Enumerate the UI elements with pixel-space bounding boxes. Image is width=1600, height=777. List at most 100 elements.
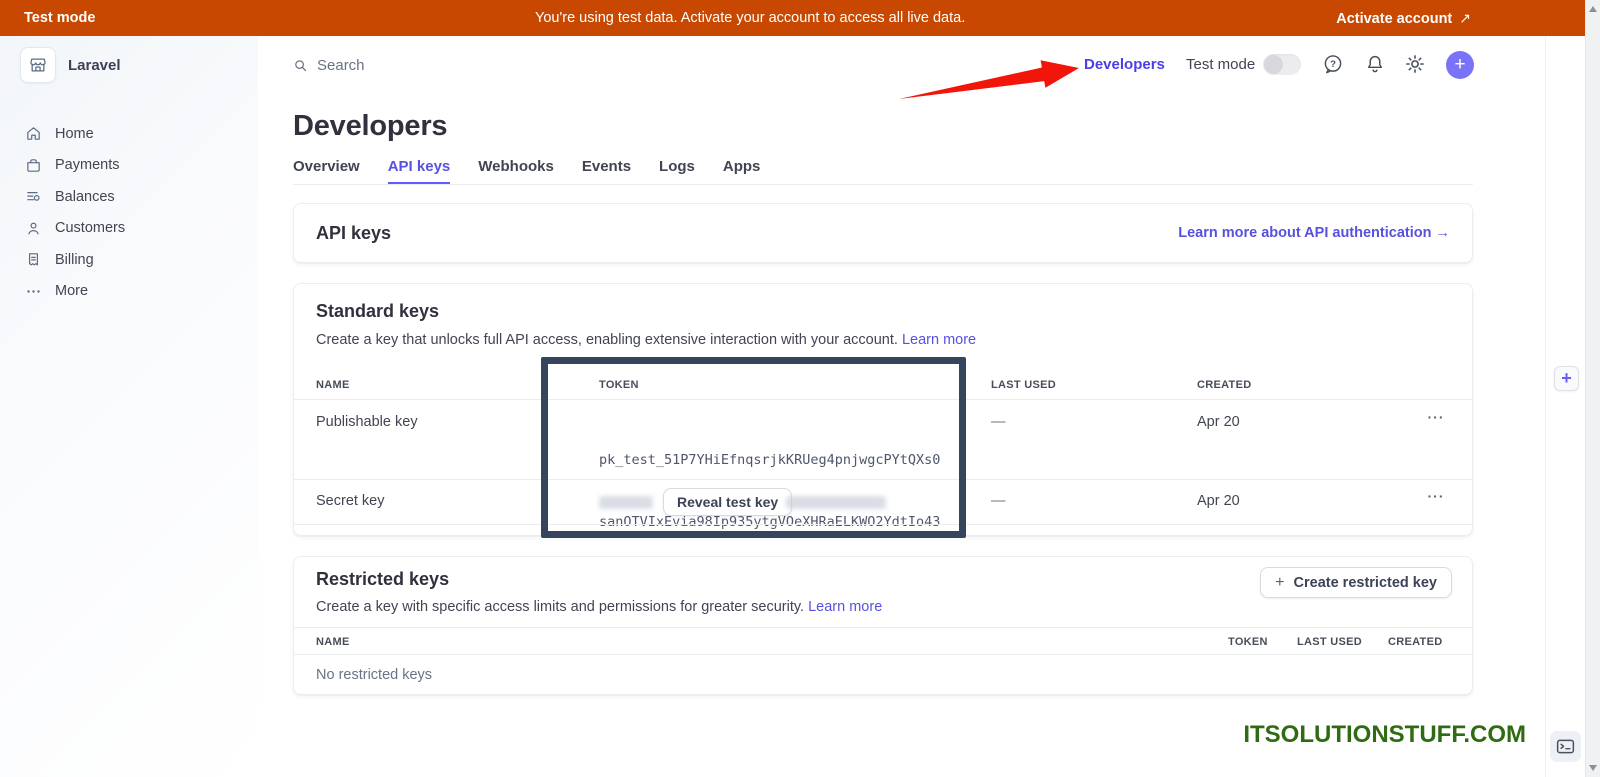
payments-icon: [25, 157, 42, 174]
annotation-add-button[interactable]: +: [1554, 366, 1579, 391]
key-name: Publishable key: [316, 414, 418, 430]
standard-keys-card: Standard keys Create a key that unlocks …: [293, 283, 1473, 536]
sidebar: Laravel Home Payments Balances Customers…: [0, 36, 258, 777]
terminal-icon: [1555, 736, 1576, 757]
key-name: Secret key: [316, 493, 385, 509]
scrollbar-up-arrow[interactable]: [1589, 6, 1597, 12]
vertical-scrollbar[interactable]: [1585, 0, 1600, 777]
watermark: ITSOLUTIONSTUFF.COM: [1243, 721, 1526, 749]
settings-gear-button[interactable]: [1404, 53, 1426, 75]
plus-icon: +: [1454, 54, 1465, 75]
tab-logs[interactable]: Logs: [659, 158, 695, 185]
standard-keys-title: Standard keys: [316, 301, 439, 322]
learn-more-api-authentication-link[interactable]: Learn more about API authentication →: [1178, 225, 1450, 241]
annotation-arrow: [893, 57, 1088, 105]
test-mode-toggle[interactable]: [1263, 54, 1301, 75]
api-keys-card-title: API keys: [316, 223, 391, 244]
tabs-divider: [293, 184, 1473, 185]
sidebar-nav: Home Payments Balances Customers Billing…: [0, 118, 258, 307]
plus-icon: +: [1275, 574, 1284, 591]
restricted-keys-description: Create a key with specific access limits…: [316, 599, 882, 615]
storefront-icon: [20, 47, 56, 83]
search-placeholder: Search: [317, 57, 365, 74]
terminal-button[interactable]: [1550, 731, 1581, 762]
ellipsis-icon: ···: [1428, 409, 1445, 425]
banner-test-mode-label: Test mode: [24, 0, 95, 36]
page-title: Developers: [293, 110, 447, 143]
ellipsis-icon: ···: [1428, 488, 1445, 504]
created-value: Apr 20: [1197, 414, 1240, 430]
col-name: NAME: [316, 628, 350, 656]
billing-icon: [25, 251, 42, 268]
search-input[interactable]: Search: [293, 52, 513, 78]
sidebar-item-label: Balances: [55, 189, 115, 205]
tab-events[interactable]: Events: [582, 158, 631, 185]
sidebar-item-label: Billing: [55, 252, 94, 268]
tab-apps[interactable]: Apps: [723, 158, 761, 185]
help-button[interactable]: ?: [1322, 53, 1344, 75]
col-created: CREATED: [1197, 370, 1251, 400]
scrollbar-down-arrow[interactable]: [1589, 765, 1597, 771]
sidebar-item-balances[interactable]: Balances: [0, 181, 258, 213]
question-glyph: ?: [1330, 59, 1336, 70]
restricted-keys-title: Restricted keys: [316, 569, 449, 590]
tab-api-keys[interactable]: API keys: [388, 158, 451, 185]
developers-header-link[interactable]: Developers: [1084, 56, 1165, 73]
standard-keys-table-header: NAME TOKEN LAST USED CREATED: [294, 370, 1472, 400]
col-name: NAME: [316, 370, 350, 400]
annotation-rail: +: [1545, 36, 1585, 777]
developers-tabs: Overview API keys Webhooks Events Logs A…: [293, 158, 760, 185]
hidden-token-blur-left: [599, 496, 653, 509]
last-used-value: —: [991, 414, 1006, 430]
restricted-keys-table-header: NAME TOKEN LAST USED CREATED: [294, 627, 1472, 655]
activate-account-link[interactable]: Activate account↗: [1336, 0, 1471, 37]
sidebar-item-label: Home: [55, 126, 94, 142]
table-row-secret-key: Secret key Reveal test key — Apr 20 ···: [294, 480, 1472, 525]
create-restricted-key-button[interactable]: +Create restricted key: [1260, 567, 1452, 598]
api-keys-card: API keys Learn more about API authentica…: [293, 203, 1473, 263]
notifications-bell-button[interactable]: [1364, 53, 1386, 75]
toggle-knob: [1264, 55, 1283, 74]
last-used-value: —: [991, 493, 1006, 509]
standard-keys-learn-more-link[interactable]: Learn more: [902, 332, 976, 348]
home-icon: [25, 125, 42, 142]
sidebar-item-label: More: [55, 283, 88, 299]
more-icon: [25, 283, 42, 300]
created-value: Apr 20: [1197, 493, 1240, 509]
plus-icon: +: [1561, 368, 1572, 388]
test-mode-banner: Test mode You're using test data. Activa…: [0, 0, 1585, 36]
external-link-icon: ↗: [1459, 10, 1471, 26]
empty-state-text: No restricted keys: [316, 655, 432, 696]
add-menu-button[interactable]: +: [1446, 51, 1474, 79]
account-name: Laravel: [68, 57, 121, 74]
tab-overview[interactable]: Overview: [293, 158, 360, 185]
sidebar-item-payments[interactable]: Payments: [0, 150, 258, 182]
customers-icon: [25, 220, 42, 237]
balances-icon: [25, 188, 42, 205]
account-switcher[interactable]: Laravel: [20, 47, 121, 83]
col-created: CREATED: [1388, 628, 1442, 656]
restricted-keys-card: Restricted keys Create a key with specif…: [293, 556, 1473, 695]
sidebar-item-customers[interactable]: Customers: [0, 213, 258, 245]
hidden-token-blur-right: [786, 496, 886, 509]
restricted-keys-learn-more-link[interactable]: Learn more: [808, 599, 882, 615]
right-arrow-icon: →: [1436, 225, 1451, 241]
row-overflow-menu-button[interactable]: ···: [1422, 409, 1450, 425]
col-token: TOKEN: [1228, 628, 1268, 656]
test-mode-toggle-label: Test mode: [1186, 56, 1255, 73]
standard-keys-description: Create a key that unlocks full API acces…: [316, 332, 976, 348]
sidebar-item-label: Payments: [55, 157, 119, 173]
banner-message: You're using test data. Activate your ac…: [535, 0, 965, 36]
tab-webhooks[interactable]: Webhooks: [478, 158, 554, 185]
col-last-used: LAST USED: [1297, 628, 1362, 656]
sidebar-item-home[interactable]: Home: [0, 118, 258, 150]
col-last-used: LAST USED: [991, 370, 1056, 400]
sidebar-item-label: Customers: [55, 220, 125, 236]
search-icon: [293, 58, 308, 73]
sidebar-item-billing[interactable]: Billing: [0, 244, 258, 276]
reveal-test-key-button[interactable]: Reveal test key: [663, 488, 792, 516]
stripe-dashboard: Test mode You're using test data. Activa…: [0, 0, 1600, 777]
sidebar-item-more[interactable]: More: [0, 276, 258, 308]
col-token: TOKEN: [599, 370, 639, 400]
row-overflow-menu-button[interactable]: ···: [1422, 488, 1450, 504]
